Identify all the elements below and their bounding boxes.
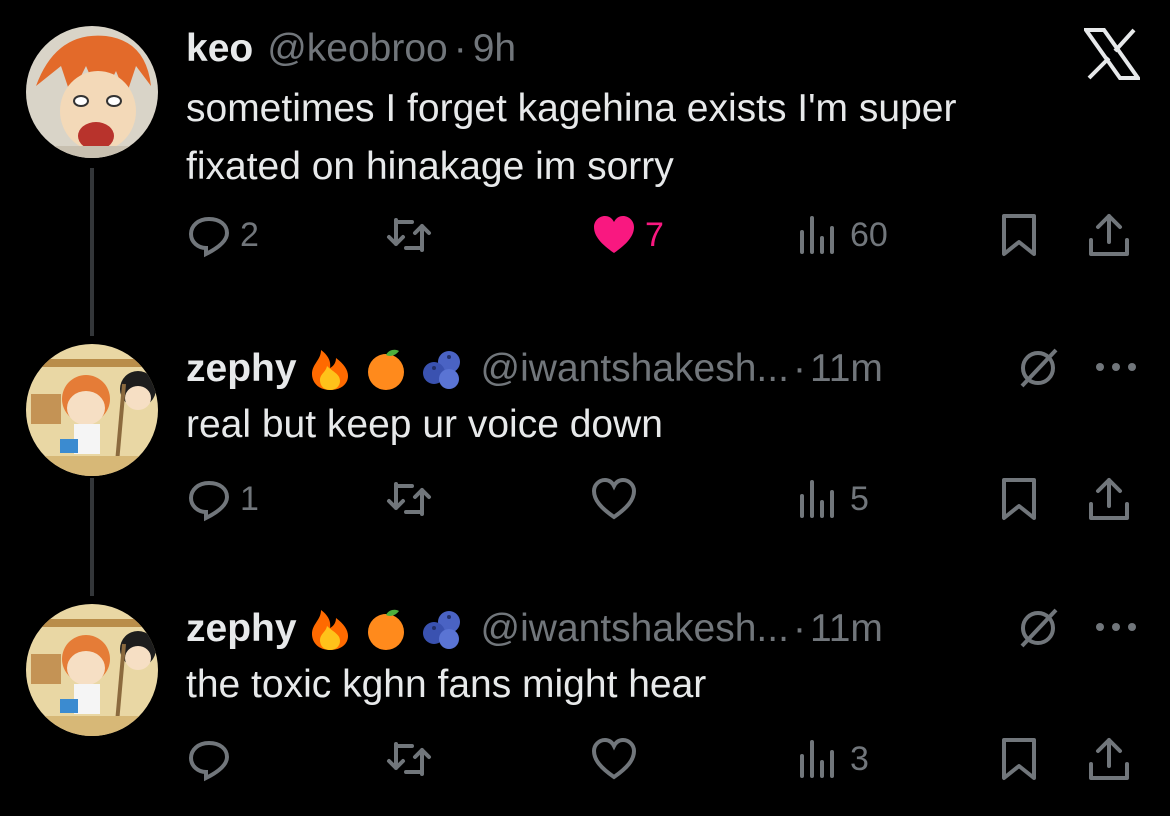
separator-dot: · xyxy=(792,347,806,390)
views-icon xyxy=(800,216,834,254)
share-icon xyxy=(1089,214,1129,256)
reply-count: 1 xyxy=(240,479,259,518)
display-name[interactable]: zephy xyxy=(186,607,297,651)
tweet[interactable]: zephy @iwantshakesh... · 11m the toxic k… xyxy=(0,596,1170,816)
avatar[interactable] xyxy=(26,26,158,158)
reply-icon xyxy=(188,480,230,522)
fire-emoji-icon xyxy=(307,346,353,392)
orange-emoji-icon xyxy=(363,346,409,392)
reply-icon xyxy=(188,740,230,782)
heart-icon xyxy=(591,737,637,780)
more-options-icon[interactable] xyxy=(1092,620,1140,634)
bookmark-button[interactable] xyxy=(996,212,1042,258)
share-icon xyxy=(1089,478,1129,520)
blueberries-emoji-icon xyxy=(419,606,465,652)
share-button[interactable] xyxy=(1086,476,1132,522)
user-handle[interactable]: @iwantshakesh... xyxy=(481,607,789,651)
bookmark-button[interactable] xyxy=(996,736,1042,782)
repost-button[interactable] xyxy=(386,476,440,522)
repost-button[interactable] xyxy=(386,736,440,782)
tweet-text: the toxic kghn fans might hear xyxy=(186,656,1106,714)
share-button[interactable] xyxy=(1086,212,1132,258)
tweet[interactable]: keo @keobroo · 9h sometimes I forget kag… xyxy=(0,0,1170,300)
timestamp[interactable]: 9h xyxy=(473,27,516,71)
heart-icon xyxy=(591,477,637,520)
action-bar: 3 xyxy=(186,736,1146,796)
fire-emoji-icon xyxy=(307,606,353,652)
views-button[interactable]: 3 xyxy=(796,736,869,782)
grok-icon[interactable] xyxy=(1016,346,1060,390)
tweet[interactable]: zephy @iwantshakesh... · 11m real but ke… xyxy=(0,336,1170,576)
action-bar: 2 7 60 xyxy=(186,212,1146,272)
reply-button[interactable]: 2 xyxy=(186,212,259,258)
bookmark-icon xyxy=(1002,478,1036,520)
reply-count: 2 xyxy=(240,215,259,254)
user-handle[interactable]: @keobroo xyxy=(267,27,448,71)
repost-icon xyxy=(387,482,431,516)
views-icon xyxy=(800,480,834,518)
bookmark-icon xyxy=(1002,738,1036,780)
view-count: 5 xyxy=(850,479,869,518)
views-icon xyxy=(800,740,834,778)
avatar[interactable] xyxy=(26,604,158,736)
share-icon xyxy=(1089,738,1129,780)
display-name[interactable]: keo xyxy=(186,27,253,71)
separator-dot: · xyxy=(453,27,467,70)
views-button[interactable]: 5 xyxy=(796,476,869,522)
tweet-text-line: fixated on hinakage im sorry xyxy=(186,145,674,188)
timestamp[interactable]: 11m xyxy=(810,347,883,391)
view-count: 3 xyxy=(850,739,869,778)
tweet-text: real but keep ur voice down xyxy=(186,396,1106,454)
like-button[interactable]: 7 xyxy=(591,212,664,258)
reply-icon xyxy=(188,216,230,258)
tweet-text-line: the toxic kghn fans might hear xyxy=(186,663,707,706)
heart-filled-icon xyxy=(594,216,634,253)
repost-icon xyxy=(387,742,431,776)
view-count: 60 xyxy=(850,215,888,254)
share-button[interactable] xyxy=(1086,736,1132,782)
user-handle[interactable]: @iwantshakesh... xyxy=(481,347,789,391)
bookmark-icon xyxy=(1002,214,1036,256)
repost-button[interactable] xyxy=(386,212,440,258)
display-name[interactable]: zephy xyxy=(186,347,297,391)
tweet-text: sometimes I forget kagehina exists I'm s… xyxy=(186,80,1106,196)
like-count: 7 xyxy=(645,215,664,254)
like-button[interactable] xyxy=(591,736,645,782)
orange-emoji-icon xyxy=(363,606,409,652)
separator-dot: · xyxy=(792,607,806,650)
avatar[interactable] xyxy=(26,344,158,476)
grok-icon[interactable] xyxy=(1016,606,1060,650)
repost-icon xyxy=(387,218,431,252)
reply-button[interactable] xyxy=(186,736,240,782)
timestamp[interactable]: 11m xyxy=(810,607,883,651)
reply-button[interactable]: 1 xyxy=(186,476,259,522)
action-bar: 1 5 xyxy=(186,476,1146,536)
tweet-text-line: sometimes I forget kagehina exists I'm s… xyxy=(186,87,957,130)
bookmark-button[interactable] xyxy=(996,476,1042,522)
more-options-icon[interactable] xyxy=(1092,360,1140,374)
views-button[interactable]: 60 xyxy=(796,212,888,258)
blueberries-emoji-icon xyxy=(419,346,465,392)
tweet-text-line: real but keep ur voice down xyxy=(186,403,663,446)
like-button[interactable] xyxy=(591,476,645,522)
